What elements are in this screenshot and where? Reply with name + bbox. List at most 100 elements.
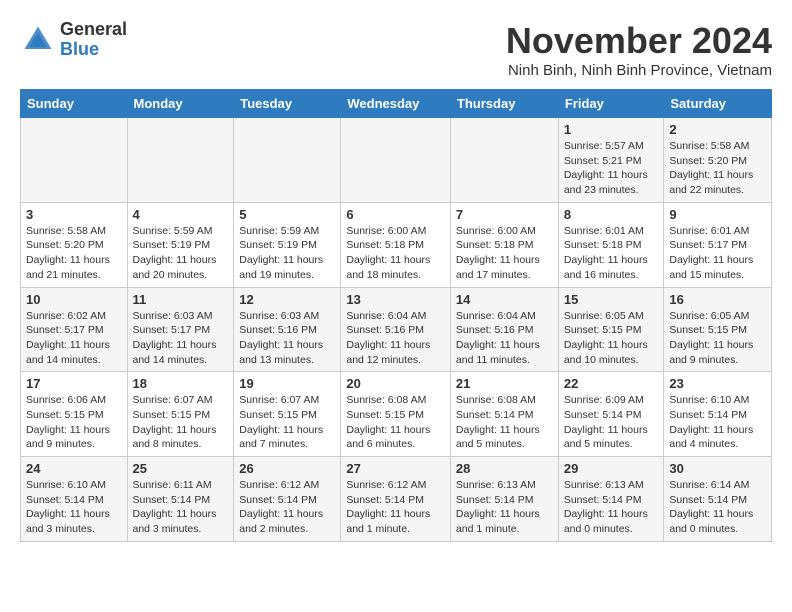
calendar-day-cell: 29Sunrise: 6:13 AM Sunset: 5:14 PM Dayli… bbox=[558, 457, 664, 542]
day-info: Sunrise: 6:05 AM Sunset: 5:15 PM Dayligh… bbox=[669, 309, 766, 368]
calendar-week-row: 10 Sunrise: 6:02 AM Sunset: 5:17 PM Dayli… bbox=[21, 287, 772, 372]
calendar-day-cell: 17 Sunrise: 6:06 AM Sunset: 5:15 PM Dayli… bbox=[21, 372, 128, 457]
day-number: 10 bbox=[26, 292, 122, 307]
day-number: 15 bbox=[564, 292, 659, 307]
title-block: November 2024 Ninh Binh, Ninh Binh Provi… bbox=[506, 20, 772, 79]
day-number: 24 bbox=[26, 461, 122, 476]
calendar-table: SundayMondayTuesdayWednesdayThursdayFrid… bbox=[20, 89, 772, 542]
day-info: Sunrise: 6:02 AM Sunset: 5:17 PM Dayligh… bbox=[26, 309, 122, 368]
day-info: Sunrise: 6:05 AM Sunset: 5:15 PM Dayligh… bbox=[564, 309, 659, 368]
location-subtitle: Ninh Binh, Ninh Binh Province, Vietnam bbox=[506, 62, 772, 79]
day-number: 13 bbox=[346, 292, 445, 307]
day-info: Sunrise: 6:10 AM Sunset: 5:14 PM Dayligh… bbox=[26, 478, 122, 537]
day-number: 18 bbox=[133, 376, 229, 391]
day-number: 8 bbox=[564, 207, 659, 222]
day-header: Thursday bbox=[450, 90, 558, 118]
day-info: Sunrise: 5:59 AM Sunset: 5:19 PM Dayligh… bbox=[133, 224, 229, 283]
calendar-day-cell: 10 Sunrise: 6:02 AM Sunset: 5:17 PM Dayli… bbox=[21, 287, 128, 372]
day-info: Sunrise: 5:58 AM Sunset: 5:20 PM Dayligh… bbox=[669, 139, 766, 198]
calendar-day-cell bbox=[341, 118, 451, 203]
day-info: Sunrise: 6:12 AM Sunset: 5:14 PM Dayligh… bbox=[239, 478, 335, 537]
day-info: Sunrise: 6:07 AM Sunset: 5:15 PM Dayligh… bbox=[133, 393, 229, 452]
calendar-day-cell: 25Sunrise: 6:11 AM Sunset: 5:14 PM Dayli… bbox=[127, 457, 234, 542]
day-number: 3 bbox=[26, 207, 122, 222]
calendar-day-cell: 5 Sunrise: 5:59 AM Sunset: 5:19 PM Daylig… bbox=[234, 202, 341, 287]
day-info: Sunrise: 6:14 AM Sunset: 5:14 PM Dayligh… bbox=[669, 478, 766, 537]
day-header: Wednesday bbox=[341, 90, 451, 118]
calendar-day-cell: 12Sunrise: 6:03 AM Sunset: 5:16 PM Dayli… bbox=[234, 287, 341, 372]
month-title: November 2024 bbox=[506, 20, 772, 62]
day-number: 27 bbox=[346, 461, 445, 476]
calendar-day-cell: 6 Sunrise: 6:00 AM Sunset: 5:18 PM Daylig… bbox=[341, 202, 451, 287]
day-number: 28 bbox=[456, 461, 553, 476]
calendar-day-cell: 14 Sunrise: 6:04 AM Sunset: 5:16 PM Dayli… bbox=[450, 287, 558, 372]
day-info: Sunrise: 5:57 AM Sunset: 5:21 PM Dayligh… bbox=[564, 139, 659, 198]
calendar-day-cell: 8Sunrise: 6:01 AM Sunset: 5:18 PM Daylig… bbox=[558, 202, 664, 287]
day-info: Sunrise: 6:12 AM Sunset: 5:14 PM Dayligh… bbox=[346, 478, 445, 537]
calendar-day-cell: 23Sunrise: 6:10 AM Sunset: 5:14 PM Dayli… bbox=[664, 372, 772, 457]
day-info: Sunrise: 5:59 AM Sunset: 5:19 PM Dayligh… bbox=[239, 224, 335, 283]
day-number: 21 bbox=[456, 376, 553, 391]
calendar-day-cell: 24 Sunrise: 6:10 AM Sunset: 5:14 PM Dayli… bbox=[21, 457, 128, 542]
day-number: 4 bbox=[133, 207, 229, 222]
logo-blue-text: Blue bbox=[60, 40, 127, 60]
calendar-day-cell: 30 Sunrise: 6:14 AM Sunset: 5:14 PM Dayli… bbox=[664, 457, 772, 542]
day-number: 14 bbox=[456, 292, 553, 307]
day-number: 19 bbox=[239, 376, 335, 391]
calendar-day-cell: 15 Sunrise: 6:05 AM Sunset: 5:15 PM Dayli… bbox=[558, 287, 664, 372]
calendar-day-cell: 22Sunrise: 6:09 AM Sunset: 5:14 PM Dayli… bbox=[558, 372, 664, 457]
logo: General Blue bbox=[20, 20, 127, 60]
calendar-day-cell: 3 Sunrise: 5:58 AM Sunset: 5:20 PM Daylig… bbox=[21, 202, 128, 287]
calendar-day-cell: 11 Sunrise: 6:03 AM Sunset: 5:17 PM Dayli… bbox=[127, 287, 234, 372]
logo-general-text: General bbox=[60, 20, 127, 40]
calendar-day-cell: 9 Sunrise: 6:01 AM Sunset: 5:17 PM Daylig… bbox=[664, 202, 772, 287]
day-info: Sunrise: 6:04 AM Sunset: 5:16 PM Dayligh… bbox=[456, 309, 553, 368]
day-header: Saturday bbox=[664, 90, 772, 118]
logo-text: General Blue bbox=[60, 20, 127, 60]
day-number: 30 bbox=[669, 461, 766, 476]
calendar-week-row: 17 Sunrise: 6:06 AM Sunset: 5:15 PM Dayli… bbox=[21, 372, 772, 457]
day-info: Sunrise: 6:09 AM Sunset: 5:14 PM Dayligh… bbox=[564, 393, 659, 452]
day-number: 7 bbox=[456, 207, 553, 222]
logo-icon bbox=[20, 22, 56, 58]
calendar-week-row: 24 Sunrise: 6:10 AM Sunset: 5:14 PM Dayli… bbox=[21, 457, 772, 542]
day-info: Sunrise: 6:01 AM Sunset: 5:17 PM Dayligh… bbox=[669, 224, 766, 283]
day-info: Sunrise: 6:10 AM Sunset: 5:14 PM Dayligh… bbox=[669, 393, 766, 452]
header-row: SundayMondayTuesdayWednesdayThursdayFrid… bbox=[21, 90, 772, 118]
calendar-day-cell: 19 Sunrise: 6:07 AM Sunset: 5:15 PM Dayli… bbox=[234, 372, 341, 457]
day-info: Sunrise: 6:06 AM Sunset: 5:15 PM Dayligh… bbox=[26, 393, 122, 452]
day-info: Sunrise: 6:13 AM Sunset: 5:14 PM Dayligh… bbox=[564, 478, 659, 537]
calendar-day-cell: 7 Sunrise: 6:00 AM Sunset: 5:18 PM Daylig… bbox=[450, 202, 558, 287]
day-header: Monday bbox=[127, 90, 234, 118]
day-number: 5 bbox=[239, 207, 335, 222]
calendar-day-cell: 16Sunrise: 6:05 AM Sunset: 5:15 PM Dayli… bbox=[664, 287, 772, 372]
day-number: 17 bbox=[26, 376, 122, 391]
calendar-day-cell: 13Sunrise: 6:04 AM Sunset: 5:16 PM Dayli… bbox=[341, 287, 451, 372]
calendar-day-cell: 4 Sunrise: 5:59 AM Sunset: 5:19 PM Daylig… bbox=[127, 202, 234, 287]
day-info: Sunrise: 6:03 AM Sunset: 5:17 PM Dayligh… bbox=[133, 309, 229, 368]
day-info: Sunrise: 6:07 AM Sunset: 5:15 PM Dayligh… bbox=[239, 393, 335, 452]
day-number: 2 bbox=[669, 122, 766, 137]
calendar-week-row: 1 Sunrise: 5:57 AM Sunset: 5:21 PM Daylig… bbox=[21, 118, 772, 203]
calendar-day-cell: 18 Sunrise: 6:07 AM Sunset: 5:15 PM Dayli… bbox=[127, 372, 234, 457]
calendar-day-cell bbox=[127, 118, 234, 203]
day-number: 20 bbox=[346, 376, 445, 391]
day-info: Sunrise: 6:00 AM Sunset: 5:18 PM Dayligh… bbox=[346, 224, 445, 283]
calendar-day-cell bbox=[21, 118, 128, 203]
day-info: Sunrise: 5:58 AM Sunset: 5:20 PM Dayligh… bbox=[26, 224, 122, 283]
day-number: 9 bbox=[669, 207, 766, 222]
day-number: 1 bbox=[564, 122, 659, 137]
calendar-day-cell: 27 Sunrise: 6:12 AM Sunset: 5:14 PM Dayli… bbox=[341, 457, 451, 542]
day-number: 6 bbox=[346, 207, 445, 222]
calendar-day-cell: 26Sunrise: 6:12 AM Sunset: 5:14 PM Dayli… bbox=[234, 457, 341, 542]
calendar-day-cell bbox=[450, 118, 558, 203]
day-number: 11 bbox=[133, 292, 229, 307]
day-number: 25 bbox=[133, 461, 229, 476]
calendar-week-row: 3 Sunrise: 5:58 AM Sunset: 5:20 PM Daylig… bbox=[21, 202, 772, 287]
calendar-day-cell: 28Sunrise: 6:13 AM Sunset: 5:14 PM Dayli… bbox=[450, 457, 558, 542]
calendar-day-cell: 20Sunrise: 6:08 AM Sunset: 5:15 PM Dayli… bbox=[341, 372, 451, 457]
day-info: Sunrise: 6:00 AM Sunset: 5:18 PM Dayligh… bbox=[456, 224, 553, 283]
calendar-day-cell: 2 Sunrise: 5:58 AM Sunset: 5:20 PM Daylig… bbox=[664, 118, 772, 203]
day-info: Sunrise: 6:08 AM Sunset: 5:14 PM Dayligh… bbox=[456, 393, 553, 452]
day-number: 12 bbox=[239, 292, 335, 307]
